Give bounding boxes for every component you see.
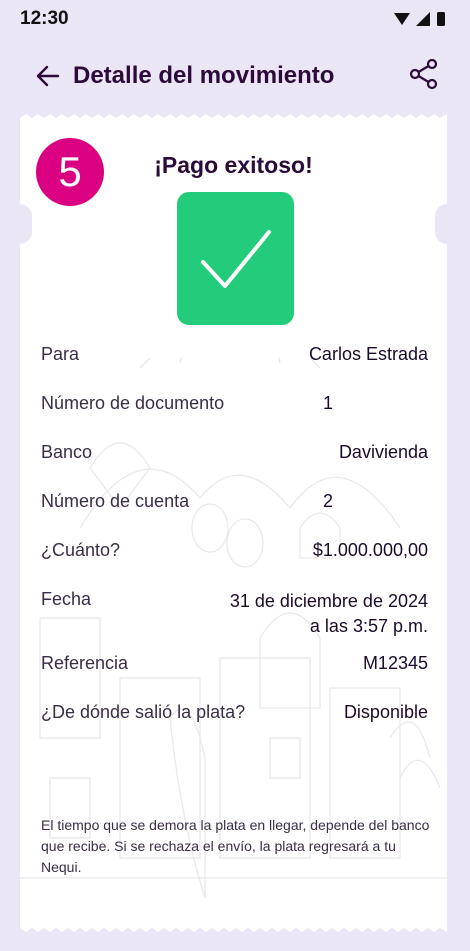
detail-value: Disponible: [343, 702, 428, 722]
receipt-notch-left: [8, 204, 32, 244]
detail-label: Para: [41, 344, 80, 364]
receipt-card: 5 ¡Pago exitoso! Para Carlos Estrada Núm…: [8, 114, 459, 932]
page-title: Detalle del movimiento: [73, 62, 335, 89]
receipt-notch-right: [435, 204, 459, 244]
detail-label: Número de cuenta: [41, 491, 190, 511]
status-time: 12:30: [20, 8, 69, 29]
time-value: a las 3:57 p.m.: [309, 616, 428, 636]
detail-value: 2: [323, 491, 334, 511]
wifi-icon: [394, 13, 410, 25]
detail-value: Carlos Estrada: [308, 344, 428, 364]
detail-value: 31 de diciembre de 2024 a las 3:57 p.m.: [230, 589, 428, 639]
transfer-footnote: El tiempo que se demora la plata en lleg…: [41, 817, 430, 875]
detail-value: M12345: [362, 653, 428, 673]
status-bar: 12:30: [0, 0, 470, 38]
date-value: 31 de diciembre de 2024: [229, 591, 428, 611]
checkmark-icon: [201, 230, 271, 288]
success-checkmark: [177, 192, 294, 325]
detail-label: Referencia: [41, 653, 129, 673]
receipt-bottom-edge: [20, 924, 447, 932]
status-icons: [394, 12, 445, 26]
detail-label: Número de documento: [41, 393, 225, 413]
detail-label: Banco: [41, 442, 93, 462]
signal-icon: [416, 12, 430, 26]
back-arrow-icon[interactable]: [30, 58, 66, 94]
share-icon[interactable]: [406, 56, 442, 92]
app-bar: Detalle del movimiento: [0, 50, 470, 104]
detail-value: $1.000.000,00: [312, 540, 428, 560]
detail-label: ¿Cuánto?: [41, 540, 121, 560]
detail-label: Fecha: [41, 589, 92, 609]
detail-value: Davivienda: [338, 442, 428, 462]
success-title: ¡Pago exitoso!: [154, 152, 313, 178]
receipt-top-edge: [20, 114, 447, 122]
battery-icon: [437, 12, 445, 26]
detail-value: 1: [323, 393, 334, 413]
detail-label: ¿De dónde salió la plata?: [41, 702, 246, 722]
